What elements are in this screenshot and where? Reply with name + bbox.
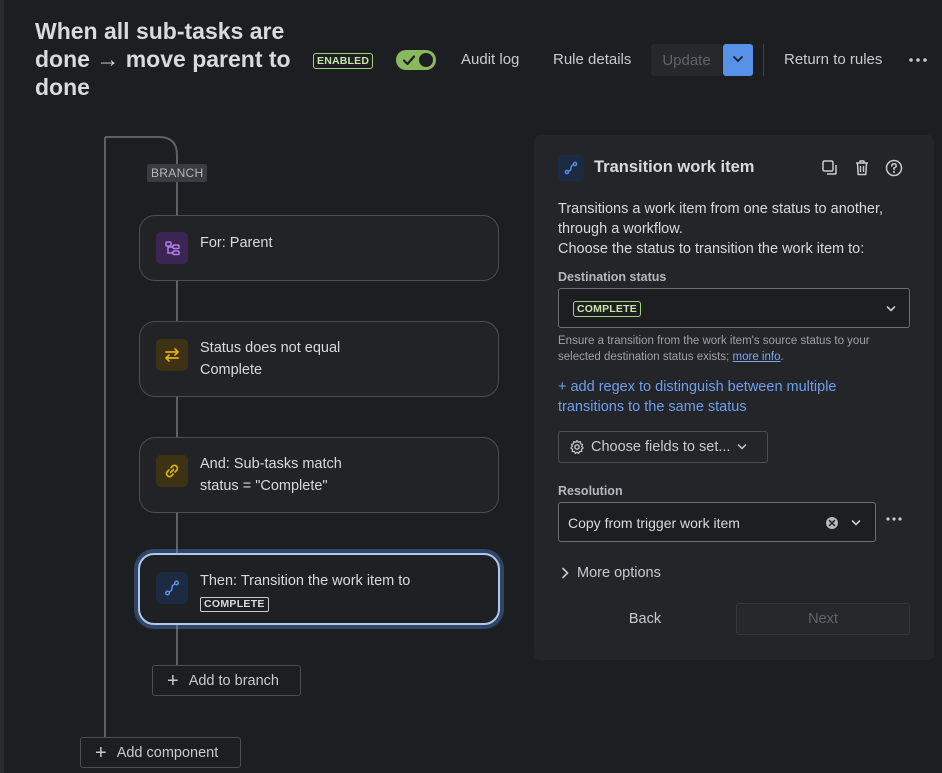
component-config-panel: Transition work item Transitions a work … [534, 135, 934, 660]
chevron-down-icon [886, 306, 896, 312]
branch-tag: BRANCH [147, 164, 208, 182]
swap-arrows-icon [156, 339, 188, 371]
card-label-line2: status = "Complete" [200, 478, 328, 494]
destination-status-label: Destination status [558, 270, 667, 284]
copy-icon [822, 160, 837, 175]
return-to-rules-button[interactable]: Return to rules [784, 44, 882, 76]
more-actions-button[interactable] [905, 44, 933, 76]
add-component-button[interactable]: + Add component [80, 737, 241, 768]
delete-button[interactable] [852, 158, 872, 178]
next-button: Next [736, 603, 910, 635]
status-lozenge: COMPLETE [200, 597, 269, 612]
more-options-toggle[interactable]: More options [558, 565, 661, 581]
transition-icon [156, 572, 188, 604]
card-label-line2: Complete [200, 362, 263, 378]
duplicate-button[interactable] [820, 158, 840, 178]
transition-icon [558, 155, 584, 181]
card-label-line1: Status does not equal [200, 340, 341, 356]
panel-description: Transitions a work item from one status … [558, 201, 884, 257]
check-icon [402, 55, 416, 66]
resolution-value: Copy from trigger work item [568, 515, 740, 531]
card-label-line1: And: Sub-tasks match [200, 456, 342, 472]
gear-icon [570, 439, 584, 455]
link-icon [156, 455, 188, 487]
rule-enabled-toggle[interactable] [396, 50, 436, 70]
more-options-label: More options [577, 565, 661, 581]
destination-status-select[interactable]: COMPLETE [558, 288, 910, 328]
add-to-branch-label: Add to branch [188, 672, 279, 689]
helper-text: Ensure a transition from the work item's… [558, 335, 870, 363]
component-card-subtasks-condition[interactable]: And: Sub-tasks match status = "Complete" [139, 437, 499, 513]
panel-title: Transition work item [594, 158, 755, 176]
status-lozenge: COMPLETE [573, 301, 641, 317]
card-label-line1: Then: Transition the work item to [200, 573, 411, 589]
toggle-knob [419, 53, 433, 67]
chevron-down-icon [733, 55, 743, 62]
add-to-branch-button[interactable]: + Add to branch [152, 665, 301, 696]
page-title: When all sub-tasks are done → move paren… [35, 18, 291, 100]
more-info-link[interactable]: more info [733, 351, 781, 363]
component-card-transition-action[interactable]: Then: Transition the work item to COMPLE… [138, 553, 500, 625]
plus-icon: + [167, 669, 179, 692]
chevron-down-icon [851, 520, 861, 526]
add-regex-link[interactable]: + add regex to distinguish between multi… [558, 377, 888, 417]
help-button[interactable] [884, 158, 904, 178]
tree-trunk-line [104, 137, 106, 740]
status-badge: ENABLED [313, 53, 374, 69]
card-label: For: Parent [200, 235, 273, 251]
choose-fields-button[interactable]: Choose fields to set... [558, 431, 768, 463]
chevron-down-icon [738, 444, 747, 450]
more-horizontal-icon [909, 58, 927, 62]
resolution-label: Resolution [558, 484, 623, 498]
help-icon [885, 159, 903, 177]
component-card-status-condition[interactable]: Status does not equal Complete [139, 321, 499, 397]
audit-log-button[interactable]: Audit log [461, 44, 519, 76]
resolution-select[interactable]: Copy from trigger work item [558, 502, 876, 542]
add-component-label: Add component [116, 744, 219, 761]
back-button[interactable]: Back [594, 603, 696, 635]
component-card-for-parent[interactable]: For: Parent [139, 215, 499, 281]
window-edge [0, 0, 4, 773]
resolution-more-button[interactable] [884, 509, 908, 529]
header-divider [763, 44, 764, 76]
update-button: Update [651, 44, 722, 76]
clear-icon[interactable] [825, 516, 839, 530]
choose-fields-label: Choose fields to set... [591, 439, 731, 455]
chevron-right-icon [562, 567, 569, 579]
branch-hierarchy-icon [156, 232, 188, 264]
update-options-button[interactable] [723, 44, 753, 76]
more-horizontal-icon [886, 517, 902, 521]
plus-icon: + [95, 741, 107, 764]
rule-details-button[interactable]: Rule details [553, 44, 631, 76]
trash-icon [856, 160, 868, 176]
